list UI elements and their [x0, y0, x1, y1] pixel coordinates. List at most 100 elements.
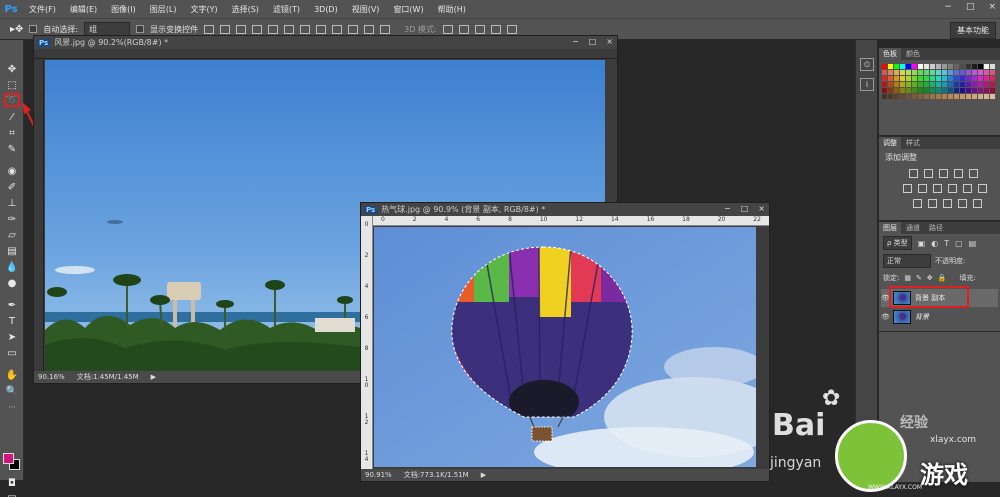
more-tools-icon[interactable]: ⋯ — [4, 400, 20, 414]
color-swatch[interactable] — [900, 76, 905, 81]
color-swatch[interactable] — [978, 76, 983, 81]
color-swatch[interactable] — [906, 94, 911, 99]
color-swatch[interactable] — [942, 94, 947, 99]
color-swatch[interactable] — [960, 64, 965, 69]
channel-mixer-adjust-icon[interactable] — [963, 184, 972, 193]
color-swatch[interactable] — [918, 76, 923, 81]
dodge-tool-icon[interactable]: ● — [4, 276, 20, 290]
menu-filter[interactable]: 滤镜(T) — [266, 4, 307, 15]
color-swatch[interactable] — [978, 88, 983, 93]
properties-panel-icon[interactable]: i — [860, 78, 874, 91]
maximize-button[interactable]: □ — [966, 2, 975, 12]
menu-file[interactable]: 文件(F) — [22, 4, 63, 15]
quick-mask-icon[interactable]: ◘ — [4, 476, 20, 490]
distribute-bottom-icon[interactable] — [332, 24, 343, 34]
color-swatch[interactable] — [966, 76, 971, 81]
color-swatch[interactable] — [912, 82, 917, 87]
posterize-adjust-icon[interactable] — [928, 199, 937, 208]
color-swatch[interactable] — [990, 82, 995, 87]
color-swatch[interactable] — [900, 94, 905, 99]
color-swatch[interactable] — [906, 88, 911, 93]
magic-wand-tool-icon[interactable]: ⁄ — [4, 110, 20, 124]
hand-tool-icon[interactable]: ✋ — [4, 368, 20, 382]
color-swatch[interactable] — [888, 76, 893, 81]
color-balance-adjust-icon[interactable] — [918, 184, 927, 193]
color-swatch[interactable] — [990, 70, 995, 75]
color-swatch[interactable] — [954, 82, 959, 87]
color-swatch[interactable] — [972, 88, 977, 93]
brightness-adjust-icon[interactable] — [909, 169, 918, 178]
exposure-adjust-icon[interactable] — [954, 169, 963, 178]
healing-brush-tool-icon[interactable]: ◉ — [4, 164, 20, 178]
color-swatch[interactable] — [888, 88, 893, 93]
color-swatch[interactable] — [906, 82, 911, 87]
color-swatch[interactable] — [894, 82, 899, 87]
color-swatch[interactable] — [966, 94, 971, 99]
color-swatch[interactable] — [960, 70, 965, 75]
color-swatch[interactable] — [972, 64, 977, 69]
color-swatch[interactable] — [954, 70, 959, 75]
doc-title-bar[interactable]: Ps 热气球.jpg @ 90.9% (背景 副本, RGB/8#) * − □… — [361, 203, 769, 216]
layer-row-background[interactable]: 👁 背景 — [881, 308, 998, 326]
color-swatch[interactable] — [954, 94, 959, 99]
distribute-left-icon[interactable] — [348, 24, 359, 34]
color-swatch[interactable] — [930, 70, 935, 75]
marquee-tool-icon[interactable]: ⬚ — [4, 78, 20, 92]
color-swatch[interactable] — [900, 82, 905, 87]
crop-tool-icon[interactable]: ⌗ — [4, 126, 20, 140]
color-swatch[interactable] — [936, 82, 941, 87]
color-swatch[interactable] — [948, 64, 953, 69]
color-swatch[interactable] — [966, 88, 971, 93]
menu-edit[interactable]: 编辑(E) — [63, 4, 104, 15]
color-swatch[interactable] — [912, 94, 917, 99]
menu-layer[interactable]: 图层(L) — [143, 4, 184, 15]
align-bottom-icon[interactable] — [236, 24, 247, 34]
color-swatch[interactable] — [936, 64, 941, 69]
path-selection-tool-icon[interactable]: ➤ — [4, 330, 20, 344]
color-swatch[interactable] — [960, 88, 965, 93]
color-swatch[interactable] — [912, 88, 917, 93]
move-tool-icon[interactable]: ✥ — [4, 62, 20, 76]
color-swatch[interactable] — [942, 76, 947, 81]
menu-image[interactable]: 图像(I) — [104, 4, 143, 15]
color-swatch[interactable] — [930, 88, 935, 93]
color-swatch[interactable] — [882, 76, 887, 81]
menu-view[interactable]: 视图(V) — [345, 4, 387, 15]
color-swatch[interactable] — [918, 64, 923, 69]
3d-drag-icon[interactable] — [474, 24, 485, 34]
color-lookup-adjust-icon[interactable] — [978, 184, 987, 193]
color-swatch[interactable] — [966, 64, 971, 69]
color-swatch[interactable] — [924, 64, 929, 69]
color-swatch[interactable] — [948, 82, 953, 87]
filter-type-icon[interactable]: T — [944, 239, 949, 248]
color-swatch[interactable] — [984, 82, 989, 87]
color-swatch[interactable] — [960, 94, 965, 99]
type-tool-icon[interactable]: T — [4, 314, 20, 328]
color-swatch[interactable] — [930, 64, 935, 69]
align-center-icon[interactable] — [268, 24, 279, 34]
color-swatch[interactable] — [948, 88, 953, 93]
tab-layers[interactable]: 图层 — [879, 222, 901, 234]
3d-slide-icon[interactable] — [490, 24, 501, 34]
lasso-tool-icon[interactable]: ➰ — [4, 93, 20, 107]
color-swatch[interactable] — [912, 76, 917, 81]
doc-title-bar[interactable]: Ps 风景.jpg @ 90.2%(RGB/8#) * − □ × — [34, 36, 617, 49]
color-swatch[interactable] — [948, 76, 953, 81]
tab-channels[interactable]: 通道 — [902, 222, 924, 234]
menu-select[interactable]: 选择(S) — [225, 4, 266, 15]
align-right-icon[interactable] — [284, 24, 295, 34]
color-swatch[interactable] — [924, 70, 929, 75]
distribute-middle-icon[interactable] — [316, 24, 327, 34]
menu-type[interactable]: 文字(Y) — [183, 4, 224, 15]
vibrance-adjust-icon[interactable] — [969, 169, 978, 178]
color-swatch[interactable] — [924, 76, 929, 81]
color-swatch[interactable] — [936, 76, 941, 81]
lock-all-icon[interactable]: 🔒 — [938, 274, 947, 282]
3d-scale-icon[interactable] — [506, 24, 517, 34]
color-swatch[interactable] — [984, 88, 989, 93]
gradient-map-adjust-icon[interactable] — [973, 199, 982, 208]
color-swatch[interactable] — [882, 82, 887, 87]
color-swatch[interactable] — [984, 70, 989, 75]
color-swatch[interactable] — [984, 64, 989, 69]
align-left-icon[interactable] — [252, 24, 263, 34]
